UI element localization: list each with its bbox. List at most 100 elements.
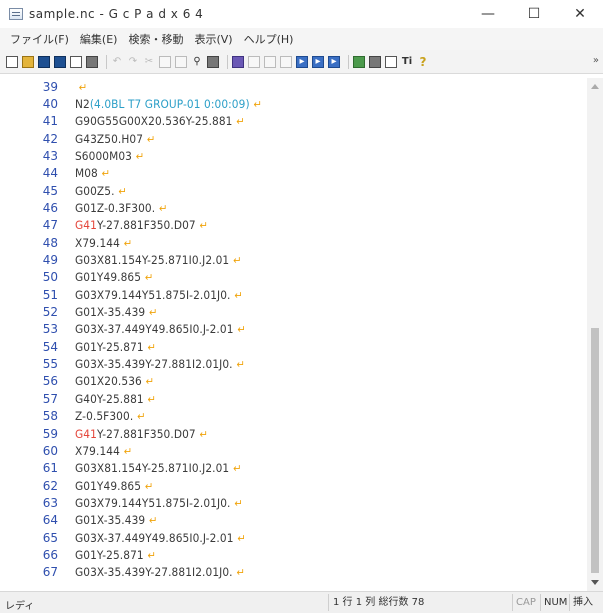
print-icon[interactable]	[86, 55, 98, 68]
new-file-icon[interactable]	[6, 55, 18, 68]
forward-icon[interactable]: ▸	[312, 55, 324, 68]
forward-icon[interactable]: ▸	[328, 55, 340, 68]
code-line[interactable]: 58 Z-0.5F300. ↵	[4, 408, 587, 425]
vertical-scrollbar[interactable]	[587, 78, 603, 591]
code-line[interactable]: 67 G03X-35.439Y-27.881I2.01J0. ↵	[4, 564, 587, 581]
save-all-icon[interactable]	[54, 55, 66, 68]
code-text: G01Y-25.871 ↵	[75, 340, 156, 354]
help-icon[interactable]: ?	[417, 56, 429, 68]
line-number: 55	[42, 357, 58, 372]
line-number: 67	[42, 565, 58, 580]
copy-icon[interactable]	[159, 55, 171, 68]
line-end-icon: ↵	[144, 271, 154, 285]
menu-edit[interactable]: 編集(E)	[80, 31, 118, 47]
gcode-token: G01X-35.439	[75, 513, 146, 528]
open-folder-icon[interactable]	[22, 55, 34, 68]
code-line[interactable]: 47 G41Y-27.881F350.D07 ↵	[4, 217, 587, 234]
bookmark-icon[interactable]	[232, 55, 244, 68]
code-line[interactable]: 39 ↵	[4, 78, 587, 95]
code-line[interactable]: 48 X79.144 ↵	[4, 234, 587, 251]
menu-help[interactable]: ヘルプ(H)	[244, 31, 294, 47]
settings-icon[interactable]	[353, 55, 365, 68]
code-line[interactable]: 41 G90G55G00X20.536Y-25.881 ↵	[4, 113, 587, 130]
redo-icon[interactable]: ↷	[127, 56, 139, 68]
code-line[interactable]: 51 G03X79.144Y51.875I-2.01J0. ↵	[4, 286, 587, 303]
code-line[interactable]: 50 G01Y49.865 ↵	[4, 269, 587, 286]
line-number: 40	[42, 96, 58, 111]
code-text: N2(4.0BL T7 GROUP-01 0:00:09) ↵	[75, 97, 262, 111]
code-text: G03X79.144Y51.875I-2.01J0. ↵	[75, 288, 243, 302]
maximize-button[interactable]: ☐	[511, 0, 557, 28]
export-icon[interactable]	[70, 55, 82, 68]
status-mode: レディ	[5, 601, 35, 612]
gcode-token: G90G55G00X20.536Y-25.881	[75, 114, 233, 129]
gcode-token: Z-0.5F300.	[75, 409, 134, 424]
print-preview-icon[interactable]	[369, 55, 381, 68]
caps-lock-indicator: CAP	[512, 594, 536, 611]
code-line[interactable]: 40 N2(4.0BL T7 GROUP-01 0:00:09) ↵	[4, 95, 587, 112]
code-line[interactable]: 53 G03X-37.449Y49.865I0.J-2.01 ↵	[4, 321, 587, 338]
doc-icon[interactable]	[264, 55, 276, 68]
code-line[interactable]: 64 G01X-35.439 ↵	[4, 512, 587, 529]
gcode-token: X79.144	[75, 443, 120, 458]
line-number: 65	[42, 530, 58, 545]
line-number: 42	[42, 131, 58, 146]
code-line[interactable]: 43 S6000M03 ↵	[4, 147, 587, 164]
doc-icon[interactable]	[248, 55, 260, 68]
menu-file[interactable]: ファイル(F)	[10, 31, 69, 47]
scroll-up-icon[interactable]	[591, 84, 599, 89]
code-text: ↵	[75, 80, 87, 94]
code-line[interactable]: 44 M08 ↵	[4, 165, 587, 182]
toolbar-overflow-icon[interactable]: »	[593, 55, 599, 66]
code-line[interactable]: 45 G00Z5. ↵	[4, 182, 587, 199]
line-number: 52	[42, 305, 58, 320]
replace-icon[interactable]	[207, 55, 219, 68]
preview-icon[interactable]	[385, 55, 397, 68]
gcode-comment: (4.0BL T7 GROUP-01 0:00:09)	[89, 96, 250, 111]
code-line[interactable]: 57 G40Y-25.881 ↵	[4, 390, 587, 407]
code-line[interactable]: 65 G03X-37.449Y49.865I0.J-2.01 ↵	[4, 529, 587, 546]
code-line[interactable]: 52 G01X-35.439 ↵	[4, 304, 587, 321]
menu-view[interactable]: 表示(V)	[194, 31, 232, 47]
menu-search[interactable]: 検索・移動	[128, 31, 183, 47]
gcode-highlight: G41	[75, 218, 97, 233]
code-editor[interactable]: 39 ↵ 40 N2(4.0BL T7 GROUP-01 0:00:09) ↵ 41 G90…	[4, 78, 587, 591]
app-icon	[9, 8, 23, 20]
line-number: 43	[42, 148, 58, 163]
scrollbar-thumb[interactable]	[591, 328, 599, 573]
code-line[interactable]: 63 G03X79.144Y51.875I-2.01J0. ↵	[4, 494, 587, 511]
code-line[interactable]: 55 G03X-35.439Y-27.881I2.01J0. ↵	[4, 356, 587, 373]
code-line[interactable]: 46 G01Z-0.3F300. ↵	[4, 199, 587, 216]
line-end-icon: ↵	[118, 184, 127, 198]
gcode-token: G03X81.154Y-25.871I0.J2.01	[75, 253, 230, 267]
doc-icon[interactable]	[280, 55, 292, 68]
code-line[interactable]: 60 X79.144 ↵	[4, 442, 587, 459]
gcode-token: G01Z-0.3F300.	[75, 200, 156, 215]
code-line[interactable]: 59 G41Y-27.881F350.D07 ↵	[4, 425, 587, 442]
minimize-button[interactable]: —	[465, 0, 511, 28]
find-icon[interactable]: ⚲	[191, 56, 203, 68]
scroll-down-icon[interactable]	[591, 580, 599, 585]
undo-icon[interactable]: ↶	[111, 56, 123, 68]
cut-icon[interactable]: ✂	[143, 56, 155, 68]
code-line[interactable]: 42 G43Z50.H07 ↵	[4, 130, 587, 147]
code-line[interactable]: 66 G01Y-25.871 ↵	[4, 546, 587, 563]
paste-icon[interactable]	[175, 55, 187, 68]
close-button[interactable]: ✕	[557, 0, 603, 28]
code-line[interactable]: 49 G03X81.154Y-25.871I0.J2.01 ↵	[4, 252, 587, 269]
code-text: G00Z5. ↵	[75, 184, 127, 198]
gcode-token: G03X-37.449Y49.865I0.J-2.01	[75, 530, 234, 545]
code-line[interactable]: 61 G03X81.154Y-25.871I0.J2.01 ↵	[4, 460, 587, 477]
save-icon[interactable]	[38, 55, 50, 68]
gcode-token: G01Y-25.871	[75, 547, 144, 562]
code-line[interactable]: 54 G01Y-25.871 ↵	[4, 338, 587, 355]
gcode-highlight: G41	[75, 426, 97, 441]
line-end-icon: ↵	[232, 254, 242, 267]
code-text: X79.144 ↵	[75, 236, 132, 250]
code-line[interactable]: 56 G01X20.536 ↵	[4, 373, 587, 390]
run-icon[interactable]: ▸	[296, 55, 308, 68]
gcode-token: X79.144	[75, 235, 120, 250]
font-icon[interactable]: Ti	[401, 56, 413, 68]
code-text: G03X-37.449Y49.865I0.J-2.01 ↵	[75, 322, 246, 336]
code-line[interactable]: 62 G01Y49.865 ↵	[4, 477, 587, 494]
